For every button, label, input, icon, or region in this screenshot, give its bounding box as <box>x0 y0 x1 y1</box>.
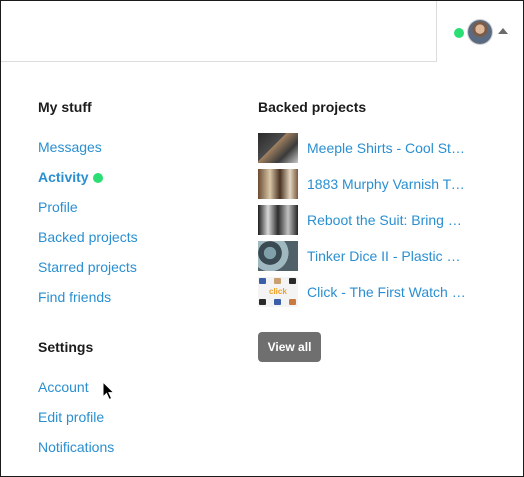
menu-item-profile[interactable]: Profile <box>38 199 78 215</box>
project-thumbnail <box>258 241 298 271</box>
backed-project-item[interactable]: Meeple Shirts - Cool Stuff for Gamers <box>258 133 473 163</box>
backed-project-item[interactable]: Reboot the Suit: Bring Neil Armstrong's … <box>258 205 473 235</box>
project-title: Click - The First Watch Made for Social … <box>307 284 467 300</box>
project-thumbnail <box>258 133 298 163</box>
account-dropdown-panel: My stuff Messages Activity Profile Backe… <box>0 0 524 477</box>
menu-item-activity-label: Activity <box>38 169 89 185</box>
menu-item-activity[interactable]: Activity <box>38 169 103 185</box>
project-title: 1883 Murphy Varnish Tins <box>307 176 467 192</box>
menu-item-edit-profile[interactable]: Edit profile <box>38 409 104 425</box>
project-title: Meeple Shirts - Cool Stuff for Gamers <box>307 140 467 156</box>
my-stuff-heading: My stuff <box>38 99 92 115</box>
project-thumbnail <box>258 205 298 235</box>
project-title: Tinker Dice II - Plastic Polyhedrals <box>307 248 467 264</box>
caret-up-icon[interactable] <box>498 28 508 34</box>
project-title: Reboot the Suit: Bring Neil Armstrong's … <box>307 212 467 228</box>
activity-notification-dot <box>92 173 103 183</box>
header-bar <box>1 1 437 62</box>
backed-project-item[interactable]: click Click - The First Watch Made for S… <box>258 277 473 307</box>
backed-projects-heading: Backed projects <box>258 99 367 115</box>
backed-project-item[interactable]: 1883 Murphy Varnish Tins <box>258 169 473 199</box>
settings-heading: Settings <box>38 339 94 355</box>
user-avatar[interactable] <box>468 20 492 44</box>
project-thumbnail <box>258 169 298 199</box>
backed-project-item[interactable]: Tinker Dice II - Plastic Polyhedrals <box>258 241 473 271</box>
menu-item-messages[interactable]: Messages <box>38 139 102 155</box>
menu-item-account[interactable]: Account <box>38 379 89 395</box>
menu-item-find-friends[interactable]: Find friends <box>38 289 111 305</box>
menu-item-notifications[interactable]: Notifications <box>38 439 114 455</box>
mouse-pointer-icon <box>102 381 116 401</box>
menu-item-starred-projects[interactable]: Starred projects <box>38 259 137 275</box>
menu-item-backed-projects[interactable]: Backed projects <box>38 229 138 245</box>
view-all-button[interactable]: View all <box>258 332 321 362</box>
online-status-dot <box>454 28 464 38</box>
project-thumbnail: click <box>258 277 298 307</box>
